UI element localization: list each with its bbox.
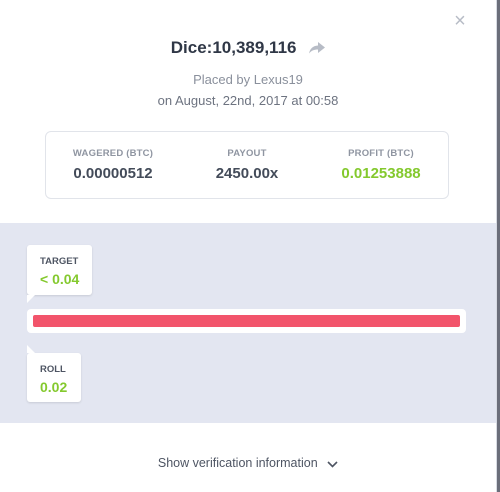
bet-date-text: on August, 22nd, 2017 at 00:58 bbox=[157, 93, 339, 108]
bet-title: Dice:10,389,116 bbox=[0, 38, 496, 59]
stat-label: PAYOUT bbox=[227, 148, 267, 159]
share-arrow-icon[interactable] bbox=[309, 39, 326, 59]
close-icon[interactable]: × bbox=[452, 11, 468, 31]
target-bubble: TARGET < 0.04 bbox=[27, 245, 92, 303]
target-label: TARGET bbox=[40, 256, 79, 267]
show-verification-link[interactable]: Show verification information bbox=[0, 456, 496, 471]
stat-label: WAGERED (BTC) bbox=[72, 148, 154, 159]
stat-value: 0.01253888 bbox=[341, 165, 421, 182]
stat-value: 0.00000512 bbox=[73, 165, 153, 182]
stat-profit: PROFIT (BTC) 0.01253888 bbox=[314, 132, 448, 182]
target-value: < 0.04 bbox=[40, 271, 80, 287]
roll-panel: TARGET < 0.04 ROLL 0.02 bbox=[0, 223, 496, 423]
roll-bubble: ROLL 0.02 bbox=[27, 345, 81, 402]
stat-payout: PAYOUT 2450.00x bbox=[180, 132, 314, 182]
stats-card: WAGERED (BTC) 0.00000512 PAYOUT 2450.00x… bbox=[45, 131, 449, 199]
roll-bar bbox=[33, 315, 460, 327]
stat-value: 2450.00x bbox=[215, 165, 279, 182]
verification-label: Show verification information bbox=[157, 456, 318, 470]
roll-value: 0.02 bbox=[40, 379, 68, 395]
roll-track bbox=[27, 309, 466, 333]
stat-label: PROFIT (BTC) bbox=[348, 148, 414, 159]
roll-label: ROLL bbox=[40, 364, 66, 375]
stat-wagered: WAGERED (BTC) 0.00000512 bbox=[46, 132, 180, 182]
placed-by-text: Placed by Lexus19 bbox=[193, 72, 303, 87]
bet-title-text: Dice:10,389,116 bbox=[170, 38, 297, 57]
bet-details-modal: × Dice:10,389,116 Placed by Lexus19 on A… bbox=[0, 0, 497, 492]
chevron-down-icon bbox=[327, 457, 338, 471]
